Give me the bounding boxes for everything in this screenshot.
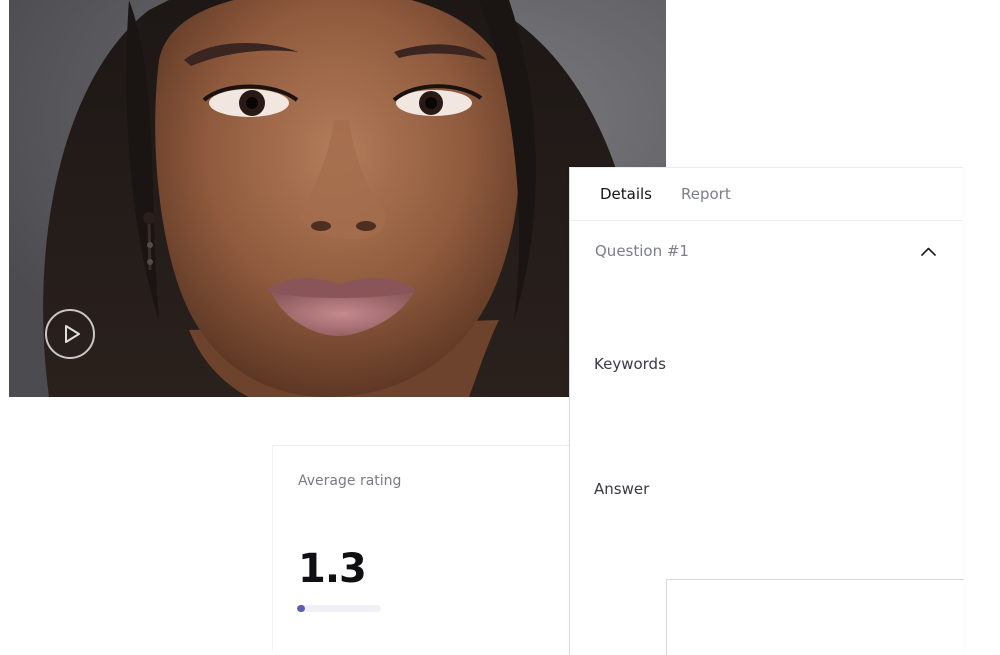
play-icon (64, 325, 80, 343)
video-player[interactable] (9, 0, 666, 397)
average-rating-label: Average rating (298, 473, 402, 489)
tab-details[interactable]: Details (600, 185, 652, 203)
answer-content-box (666, 579, 964, 655)
question-accordion-header[interactable]: Question #1 (570, 220, 963, 282)
portrait-image (9, 0, 666, 397)
question-title: Question #1 (595, 242, 689, 260)
average-rating-value: 1.3 (298, 546, 367, 592)
answer-label: Answer (594, 480, 650, 498)
rating-progress-bar (297, 605, 381, 612)
details-panel: Details Report Question #1 Keywords Answ… (569, 167, 964, 655)
rating-progress-fill (297, 605, 306, 612)
chevron-up-icon[interactable] (920, 243, 937, 260)
keywords-label: Keywords (594, 355, 666, 373)
tab-bar: Details Report (570, 168, 963, 221)
play-button[interactable] (45, 309, 95, 359)
tab-report[interactable]: Report (681, 185, 731, 203)
